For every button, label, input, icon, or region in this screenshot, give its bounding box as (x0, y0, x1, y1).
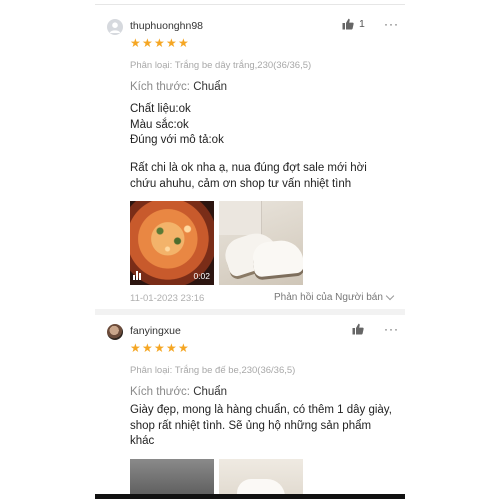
star-icon: ★ (130, 341, 141, 355)
shoe-box (219, 201, 262, 235)
review-photo-thumbnail[interactable] (219, 459, 303, 494)
seller-reply-toggle[interactable]: Phản hồi của Người bán (274, 291, 395, 303)
top-divider (95, 4, 405, 5)
chevron-down-icon (385, 291, 395, 301)
star-icon: ★ (178, 341, 189, 355)
star-icon: ★ (178, 36, 189, 50)
shoe (251, 238, 303, 278)
size-label: Kích thước: (130, 81, 190, 93)
like-count: 1 (359, 18, 365, 30)
variation-text: Phân loại: Trắng be đế be,230(36/36,5) (130, 365, 296, 376)
more-options-icon[interactable]: ··· (384, 17, 399, 31)
star-rating: ★ ★ ★ ★ ★ (130, 36, 189, 50)
review-video-thumbnail[interactable]: 0:02 (130, 201, 214, 285)
star-icon: ★ (142, 341, 153, 355)
review-photo-thumbnail[interactable] (219, 201, 303, 285)
more-options-icon[interactable]: ··· (384, 322, 399, 336)
attribute-accuracy: Đúng với mô tả:ok (130, 134, 224, 146)
size-label: Kích thước: (130, 386, 190, 398)
shoe (237, 479, 285, 494)
size-value: Chuẩn (193, 386, 228, 398)
variation-text: Phân loại: Trắng be dây trắng,230(36/36,… (130, 60, 312, 71)
review-media (130, 459, 303, 494)
username[interactable]: thuphuonghn98 (130, 20, 203, 32)
food-photo (150, 219, 200, 259)
attribute-list: Chất liệu:ok Màu sắc:ok Đúng với mô tả:o… (130, 102, 224, 149)
video-duration: 0:02 (193, 271, 210, 281)
avatar[interactable] (107, 324, 123, 340)
review-photo-thumbnail[interactable] (130, 459, 214, 494)
review-date: 11-01-2023 23:16 (130, 293, 205, 304)
video-icon (133, 271, 141, 280)
review-media: 0:02 (130, 201, 303, 285)
user-icon (109, 22, 121, 33)
thumbs-up-icon (342, 18, 354, 30)
star-icon: ★ (166, 36, 177, 50)
review-comment: Giày đẹp, mong là hàng chuẩn, có thêm 1 … (130, 404, 392, 447)
like-button[interactable] (352, 323, 364, 335)
star-icon: ★ (166, 341, 177, 355)
star-icon: ★ (154, 36, 165, 50)
star-icon: ★ (154, 341, 165, 355)
review-card: fanyingxue ··· ★ ★ ★ ★ ★ Phân loại: Trắn… (95, 315, 405, 494)
avatar[interactable] (107, 19, 123, 35)
review-card: thuphuonghn98 1 ··· ★ ★ ★ ★ ★ Phân loại:… (95, 10, 405, 310)
reviews-panel: thuphuonghn98 1 ··· ★ ★ ★ ★ ★ Phân loại:… (95, 4, 405, 494)
attribute-color: Màu sắc:ok (130, 118, 189, 131)
star-icon: ★ (130, 36, 141, 50)
star-icon: ★ (142, 36, 153, 50)
size-fit: Kích thước: Chuẩn (130, 81, 227, 93)
bottom-bar (95, 494, 405, 499)
username[interactable]: fanyingxue (130, 325, 181, 337)
seller-reply-label: Phản hồi của Người bán (274, 292, 383, 303)
size-fit: Kích thước: Chuẩn (130, 386, 227, 398)
thumbs-up-icon (352, 323, 364, 335)
attribute-material: Chất liệu:ok (130, 103, 191, 115)
review-comment: Rất chi là ok nha ạ, nua đúng đợt sale m… (130, 162, 367, 190)
size-value: Chuẩn (193, 81, 228, 93)
star-rating: ★ ★ ★ ★ ★ (130, 341, 189, 355)
like-button[interactable]: 1 (342, 18, 365, 30)
